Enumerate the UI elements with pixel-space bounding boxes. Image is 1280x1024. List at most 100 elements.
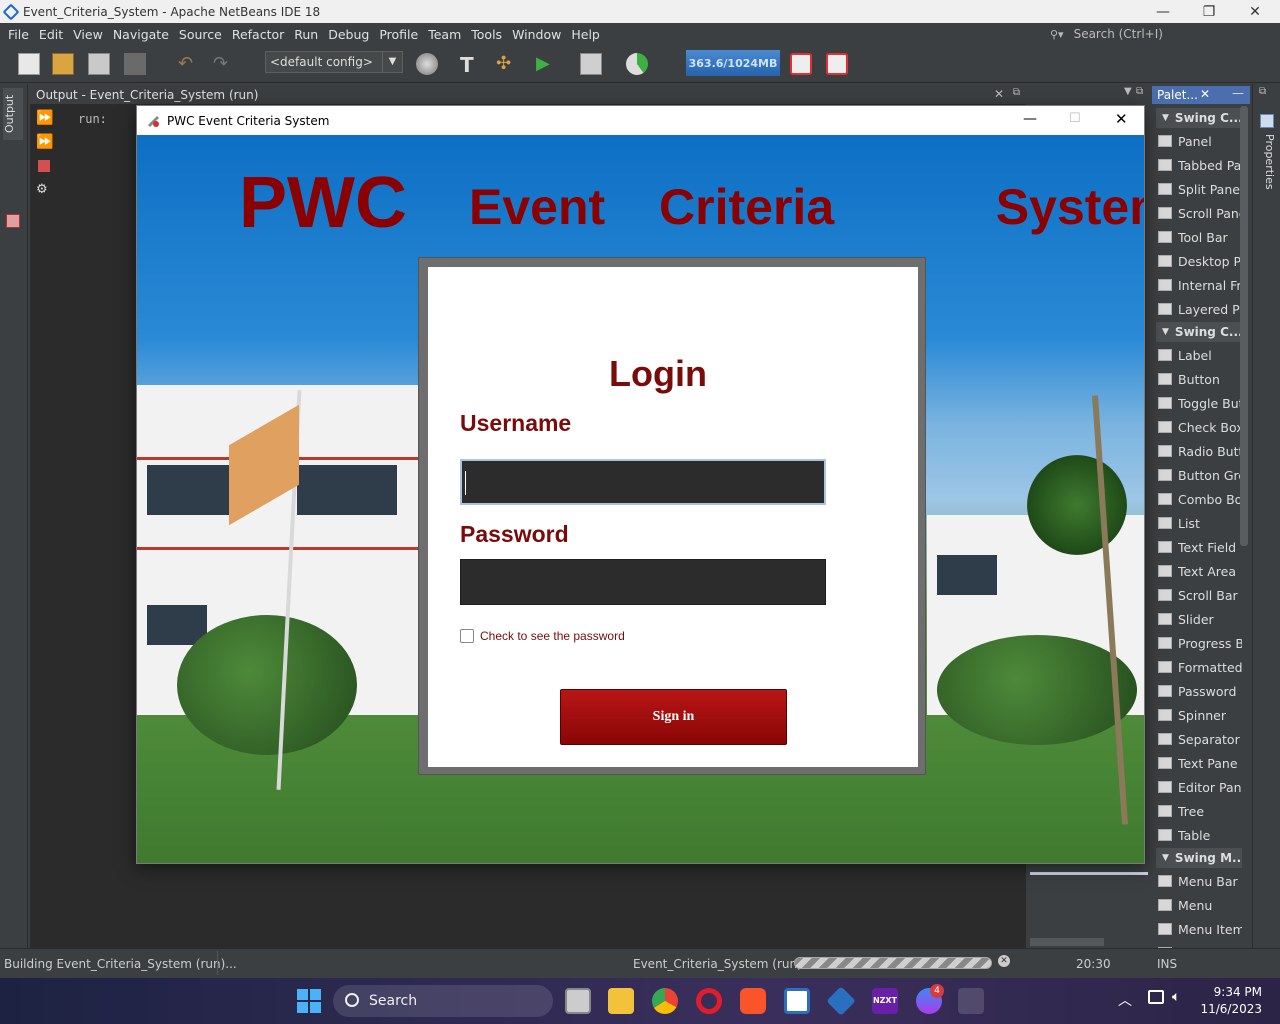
palette-tab-title[interactable]: Palet... — [1157, 88, 1198, 102]
output-tab-title[interactable]: Output - Event_Criteria_System (run) — [36, 88, 258, 102]
output-window-icon[interactable] — [6, 214, 20, 228]
netbeans-taskbar-icon[interactable] — [826, 986, 856, 1016]
palette-item[interactable]: Separator — [1158, 728, 1242, 750]
palette-item[interactable]: Menu — [1158, 894, 1242, 916]
palette-item[interactable]: Button — [1158, 368, 1242, 390]
sign-in-button[interactable]: Sign in — [560, 689, 787, 745]
palette-item[interactable]: Internal Fra — [1158, 274, 1242, 296]
palette-category[interactable]: ▼ Swing C... — [1156, 108, 1242, 128]
menu-edit[interactable]: Edit — [37, 27, 65, 42]
palette-item[interactable]: Spinner — [1158, 704, 1242, 726]
username-field[interactable] — [460, 459, 826, 505]
palette-scrollbar[interactable] — [1240, 106, 1248, 546]
palette-item[interactable]: Radio Butt — [1158, 440, 1242, 462]
settings-icon[interactable]: ⚙ — [36, 182, 48, 197]
taskbar-search[interactable]: Search — [333, 985, 553, 1017]
palette-item[interactable]: Desktop P — [1158, 250, 1242, 272]
palette-item[interactable]: Menu Item — [1158, 918, 1242, 940]
new-project-icon[interactable] — [52, 53, 74, 75]
show-password-label[interactable]: Check to see the password — [480, 629, 625, 643]
nzxt-icon[interactable]: NZXT — [872, 988, 898, 1014]
app-maximize-button[interactable]: ☐ — [1069, 111, 1081, 126]
quick-search[interactable]: ⚲▾ Search (Ctrl+I) — [1050, 23, 1280, 45]
debug-project-icon[interactable] — [580, 53, 602, 75]
palette-item[interactable]: Tool Bar — [1158, 226, 1242, 248]
palette-item[interactable]: Text Field — [1158, 536, 1242, 558]
palette-item[interactable]: Scroll Pane — [1158, 202, 1242, 224]
palette-item[interactable]: Combo Bo — [1158, 488, 1242, 510]
palette-category[interactable]: ▼ Swing M... — [1156, 848, 1242, 868]
network-icon[interactable] — [1148, 990, 1164, 1004]
restore-output-icon[interactable]: ⧉ — [1013, 87, 1020, 98]
output-side-tab[interactable]: Output — [3, 88, 23, 140]
file-explorer-icon[interactable] — [608, 988, 634, 1014]
clock[interactable]: 9:34 PM 11/6/2023 — [1200, 984, 1262, 1018]
close-output-icon[interactable]: ✕ — [994, 87, 1004, 101]
menu-source[interactable]: Source — [177, 27, 224, 42]
menu-view[interactable]: View — [71, 27, 105, 42]
menu-team[interactable]: Team — [426, 27, 463, 42]
brave-icon[interactable] — [740, 988, 766, 1014]
palette-item[interactable]: Menu Bar — [1158, 870, 1242, 892]
gc-icon[interactable] — [790, 53, 812, 75]
palette-item[interactable]: Check Box — [1158, 416, 1242, 438]
profile-project-icon[interactable] — [626, 53, 648, 75]
palette-item[interactable]: Progress B — [1158, 632, 1242, 654]
configuration-select[interactable]: <default config> ▼ — [265, 51, 403, 73]
palette-item[interactable]: Tabbed Pa — [1158, 154, 1242, 176]
menu-run[interactable]: Run — [292, 27, 320, 42]
palette-item[interactable]: Tree — [1158, 800, 1242, 822]
properties-side-tab[interactable]: Properties — [1258, 134, 1276, 224]
restore-window-icon[interactable]: ⧉ — [1136, 86, 1143, 97]
search-input[interactable]: Search (Ctrl+I) — [1074, 27, 1163, 41]
app-close-button[interactable]: ✕ — [1115, 110, 1128, 128]
password-field[interactable] — [460, 559, 826, 605]
build-hammer-icon[interactable]: T — [460, 53, 482, 77]
task-name[interactable]: Event_Criteria_System (run) — [633, 957, 802, 971]
palette-item[interactable]: Slider — [1158, 608, 1242, 630]
palette-item[interactable]: Table — [1158, 824, 1242, 846]
chevron-up-icon[interactable]: ︿ — [1118, 990, 1132, 1010]
chevron-down-icon[interactable]: ▼ — [1124, 86, 1132, 97]
task-view-icon[interactable] — [565, 988, 591, 1014]
opera-icon[interactable] — [696, 988, 722, 1014]
palette-item[interactable]: Editor Pan — [1158, 776, 1242, 798]
restore-button[interactable]: ❐ — [1186, 0, 1232, 23]
globe-icon[interactable] — [416, 53, 438, 75]
stop-icon[interactable] — [826, 53, 848, 75]
palette-item[interactable]: Split Pane — [1158, 178, 1242, 200]
undo-icon[interactable]: ↶ — [178, 53, 200, 75]
close-palette-icon[interactable]: ✕ — [1200, 87, 1210, 101]
run-project-icon[interactable]: ▶ — [536, 53, 558, 75]
horizontal-scrollbar[interactable] — [1030, 938, 1104, 946]
palette-item[interactable]: Text Pane — [1158, 752, 1242, 774]
minimize-button[interactable]: — — [1140, 0, 1186, 23]
rerun-customized-icon[interactable]: ⏩ — [36, 134, 53, 150]
palette-category[interactable]: ▼ Swing C... — [1156, 322, 1242, 342]
windows-start-icon[interactable] — [297, 989, 321, 1013]
palette-item[interactable]: Button Gro — [1158, 464, 1242, 486]
redo-icon[interactable]: ↷ — [213, 53, 235, 75]
menu-profile[interactable]: Profile — [377, 27, 420, 42]
menu-window[interactable]: Window — [510, 27, 563, 42]
open-project-icon[interactable] — [88, 53, 110, 75]
menu-file[interactable]: File — [6, 27, 31, 42]
menu-help[interactable]: Help — [569, 27, 602, 42]
store-icon[interactable] — [784, 988, 810, 1014]
chrome-icon[interactable] — [652, 988, 678, 1014]
palette-item[interactable]: Text Area — [1158, 560, 1242, 582]
clean-build-icon[interactable]: ✣ — [496, 53, 518, 75]
volume-icon[interactable]: 🔈︎ — [1172, 989, 1180, 1005]
memory-indicator[interactable]: 363.6/1024MB — [686, 50, 780, 76]
restore-window-icon[interactable]: ⧉ — [1259, 86, 1266, 97]
show-password-checkbox[interactable] — [460, 629, 474, 643]
app-minimize-button[interactable]: — — [1023, 111, 1037, 127]
palette-item[interactable]: Label — [1158, 344, 1242, 366]
palette-item[interactable]: Panel — [1158, 130, 1242, 152]
palette-item[interactable]: Toggle Butt — [1158, 392, 1242, 414]
java-app-taskbar-icon[interactable] — [958, 988, 984, 1014]
close-button[interactable]: ✕ — [1232, 0, 1278, 23]
rerun-icon[interactable]: ⏩ — [36, 110, 53, 126]
save-all-icon[interactable] — [124, 53, 146, 75]
palette-item[interactable]: Password — [1158, 680, 1242, 702]
